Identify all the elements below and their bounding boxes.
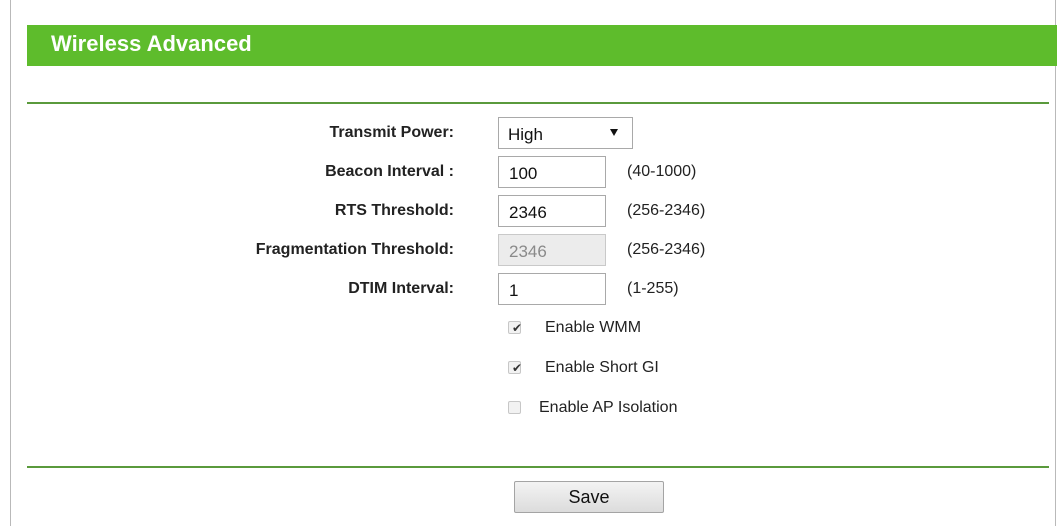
transmit-power-value: High [508, 125, 543, 144]
fragmentation-threshold-label: Fragmentation Threshold: [255, 241, 454, 258]
dropdown-arrow-icon [610, 129, 618, 136]
beacon-interval-label: Beacon Interval : [325, 163, 454, 180]
dtim-interval-input[interactable]: 1 [498, 273, 606, 305]
beacon-interval-range: (40-1000) [627, 163, 697, 180]
rts-threshold-label: RTS Threshold: [334, 202, 454, 219]
enable-short-gi-checkbox[interactable]: ✔ [508, 361, 523, 375]
section-header: Wireless Advanced [27, 25, 1057, 66]
checkmark-icon: ✔ [512, 361, 523, 375]
enable-wmm-row[interactable]: ✔ Enable WMM [508, 319, 708, 339]
page-title: Wireless Advanced [51, 31, 252, 56]
checkmark-icon: ✔ [512, 321, 523, 335]
save-button[interactable]: Save [514, 481, 664, 513]
transmit-power-label: Transmit Power: [329, 124, 454, 141]
enable-ap-isolation-checkbox[interactable] [508, 401, 521, 414]
enable-ap-isolation-label: Enable AP Isolation [539, 399, 678, 416]
rts-threshold-range: (256-2346) [627, 202, 706, 219]
enable-short-gi-row[interactable]: ✔ Enable Short GI [508, 359, 708, 379]
dtim-interval-range: (1-255) [627, 280, 679, 297]
enable-wmm-checkbox[interactable]: ✔ [508, 321, 523, 335]
enable-short-gi-label: Enable Short GI [545, 359, 659, 376]
enable-ap-isolation-row[interactable]: Enable AP Isolation [508, 399, 728, 419]
dtim-interval-label: DTIM Interval: [348, 280, 454, 297]
rts-threshold-input[interactable]: 2346 [498, 195, 606, 227]
divider-bottom [27, 466, 1049, 468]
fragmentation-threshold-input: 2346 [498, 234, 606, 266]
beacon-interval-input[interactable]: 100 [498, 156, 606, 188]
divider-top [27, 102, 1049, 104]
enable-wmm-label: Enable WMM [545, 319, 642, 336]
fragmentation-threshold-range: (256-2346) [627, 241, 706, 258]
transmit-power-select[interactable]: High [498, 117, 633, 149]
